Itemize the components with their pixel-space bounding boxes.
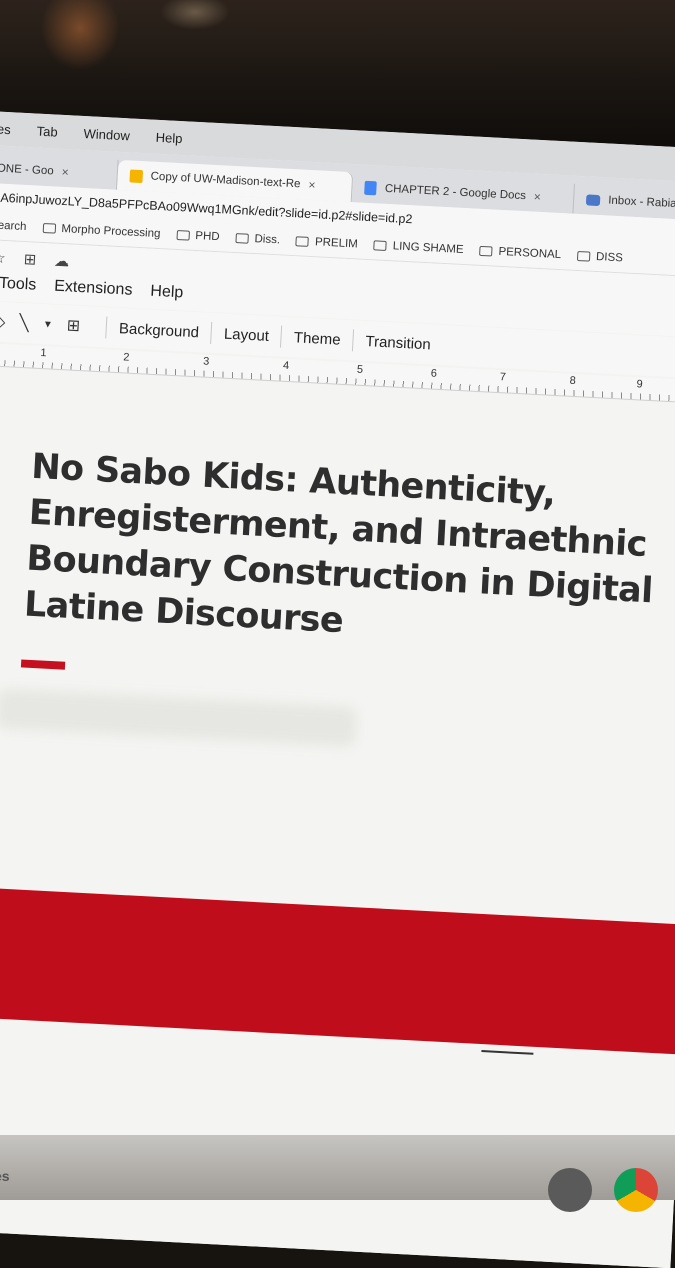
transition-button[interactable]: Transition bbox=[365, 333, 431, 353]
doc-status-icons: ☆ ⊞ ☁ bbox=[0, 248, 70, 270]
chandelier-light bbox=[160, 0, 230, 30]
tab-label: CHAPTER 2 - Google Docs bbox=[384, 182, 527, 203]
cloud-saved-icon[interactable]: ☁ bbox=[54, 252, 70, 271]
ruler-mark: 6 bbox=[430, 367, 438, 380]
close-icon[interactable]: × bbox=[61, 165, 69, 179]
comment-add-icon[interactable]: ⊞ bbox=[66, 315, 80, 336]
folder-icon bbox=[479, 245, 493, 257]
footer-red-band bbox=[0, 884, 675, 1055]
ruler-mark: 5 bbox=[356, 363, 364, 376]
menu-tools[interactable]: Tools bbox=[0, 275, 37, 295]
folder-icon bbox=[373, 240, 387, 251]
slides-icon bbox=[129, 168, 144, 183]
line-icon[interactable]: ╲ bbox=[19, 313, 30, 333]
bookmark-label: PHD bbox=[195, 229, 220, 244]
bookmark-personal[interactable]: PERSONAL bbox=[479, 245, 561, 261]
bookmark-label: LING SHAME bbox=[392, 240, 464, 257]
footer-line bbox=[481, 1050, 534, 1055]
menu-help[interactable]: Help bbox=[150, 283, 184, 303]
bookmark-label: PRELIM bbox=[314, 236, 359, 251]
toolbar-divider bbox=[105, 316, 108, 339]
docs-icon bbox=[364, 180, 378, 196]
bookmark-morpho-processing[interactable]: Morpho Processing bbox=[42, 222, 161, 240]
bookmark-diss[interactable]: Diss. bbox=[235, 232, 280, 246]
tab-label: Inbox - Rabia M bbox=[607, 194, 675, 211]
ruler-mark: 1 bbox=[40, 347, 47, 360]
dropdown-icon[interactable]: ▼ bbox=[43, 319, 53, 331]
star-icon[interactable]: ☆ bbox=[0, 248, 6, 267]
close-icon[interactable]: × bbox=[308, 178, 316, 192]
bookmark-label: search bbox=[0, 219, 27, 234]
slide-title[interactable]: No Sabo Kids: Authenticity, Enregisterme… bbox=[23, 444, 672, 661]
redacted-subtitle bbox=[0, 688, 358, 748]
bookmark-label: Morpho Processing bbox=[61, 222, 161, 241]
menu-item-window[interactable]: Window bbox=[83, 125, 130, 142]
tab-label: -ALONE - Goo bbox=[0, 161, 54, 178]
shape-icon[interactable]: ◇ bbox=[0, 312, 6, 333]
layout-button[interactable]: Layout bbox=[224, 325, 270, 344]
theme-button[interactable]: Theme bbox=[293, 329, 341, 348]
lamp-glow bbox=[40, 0, 120, 70]
ruler-mark: 7 bbox=[499, 371, 507, 384]
menu-extensions[interactable]: Extensions bbox=[54, 278, 133, 300]
folder-icon bbox=[295, 236, 310, 247]
close-icon[interactable]: × bbox=[534, 190, 542, 204]
bookmark-diss-2[interactable]: DISS bbox=[576, 250, 624, 265]
ruler-mark: 8 bbox=[569, 374, 577, 388]
ruler-mark: 3 bbox=[202, 355, 210, 368]
folder-icon bbox=[235, 233, 249, 244]
bookmark-label: PERSONAL bbox=[498, 245, 562, 262]
monitor-screen: es Tab Window Help -ALONE - Goo × Copy o… bbox=[0, 110, 675, 1268]
bookmark-search[interactable]: search bbox=[0, 219, 27, 233]
title-accent-bar bbox=[20, 659, 66, 670]
menu-item-tab[interactable]: Tab bbox=[36, 123, 58, 139]
slide-canvas[interactable]: No Sabo Kids: Authenticity, Enregisterme… bbox=[0, 365, 675, 1268]
chrome-icon[interactable] bbox=[614, 1168, 658, 1212]
menu-item-help[interactable]: Help bbox=[155, 129, 182, 145]
bookmark-prelim[interactable]: PRELIM bbox=[295, 235, 359, 251]
toolbar-divider bbox=[280, 325, 283, 348]
move-to-folder-icon[interactable]: ⊞ bbox=[23, 250, 37, 269]
background-button[interactable]: Background bbox=[119, 320, 200, 341]
bookmark-phd[interactable]: PHD bbox=[176, 229, 220, 243]
mail-icon bbox=[586, 193, 601, 206]
folder-icon bbox=[176, 229, 190, 241]
ruler-mark: 4 bbox=[282, 359, 290, 373]
app-menu: Tools Extensions Help bbox=[0, 275, 184, 303]
menu-item-app[interactable]: es bbox=[0, 121, 11, 137]
dock-app-icon[interactable] bbox=[548, 1168, 592, 1212]
ruler-mark: 2 bbox=[122, 351, 130, 364]
tab-label: Copy of UW-Madison-text-Re bbox=[150, 170, 301, 191]
toolbar-divider bbox=[210, 321, 213, 344]
ruler-mark: 9 bbox=[636, 378, 643, 391]
folder-icon bbox=[576, 250, 591, 262]
bookmark-label: Diss. bbox=[254, 233, 281, 247]
bookmark-label: DISS bbox=[595, 250, 624, 265]
bookmark-ling-shame[interactable]: LING SHAME bbox=[373, 239, 464, 257]
folder-icon bbox=[42, 222, 56, 234]
toolbar-divider bbox=[351, 329, 355, 352]
corner-label: es bbox=[0, 1168, 10, 1184]
